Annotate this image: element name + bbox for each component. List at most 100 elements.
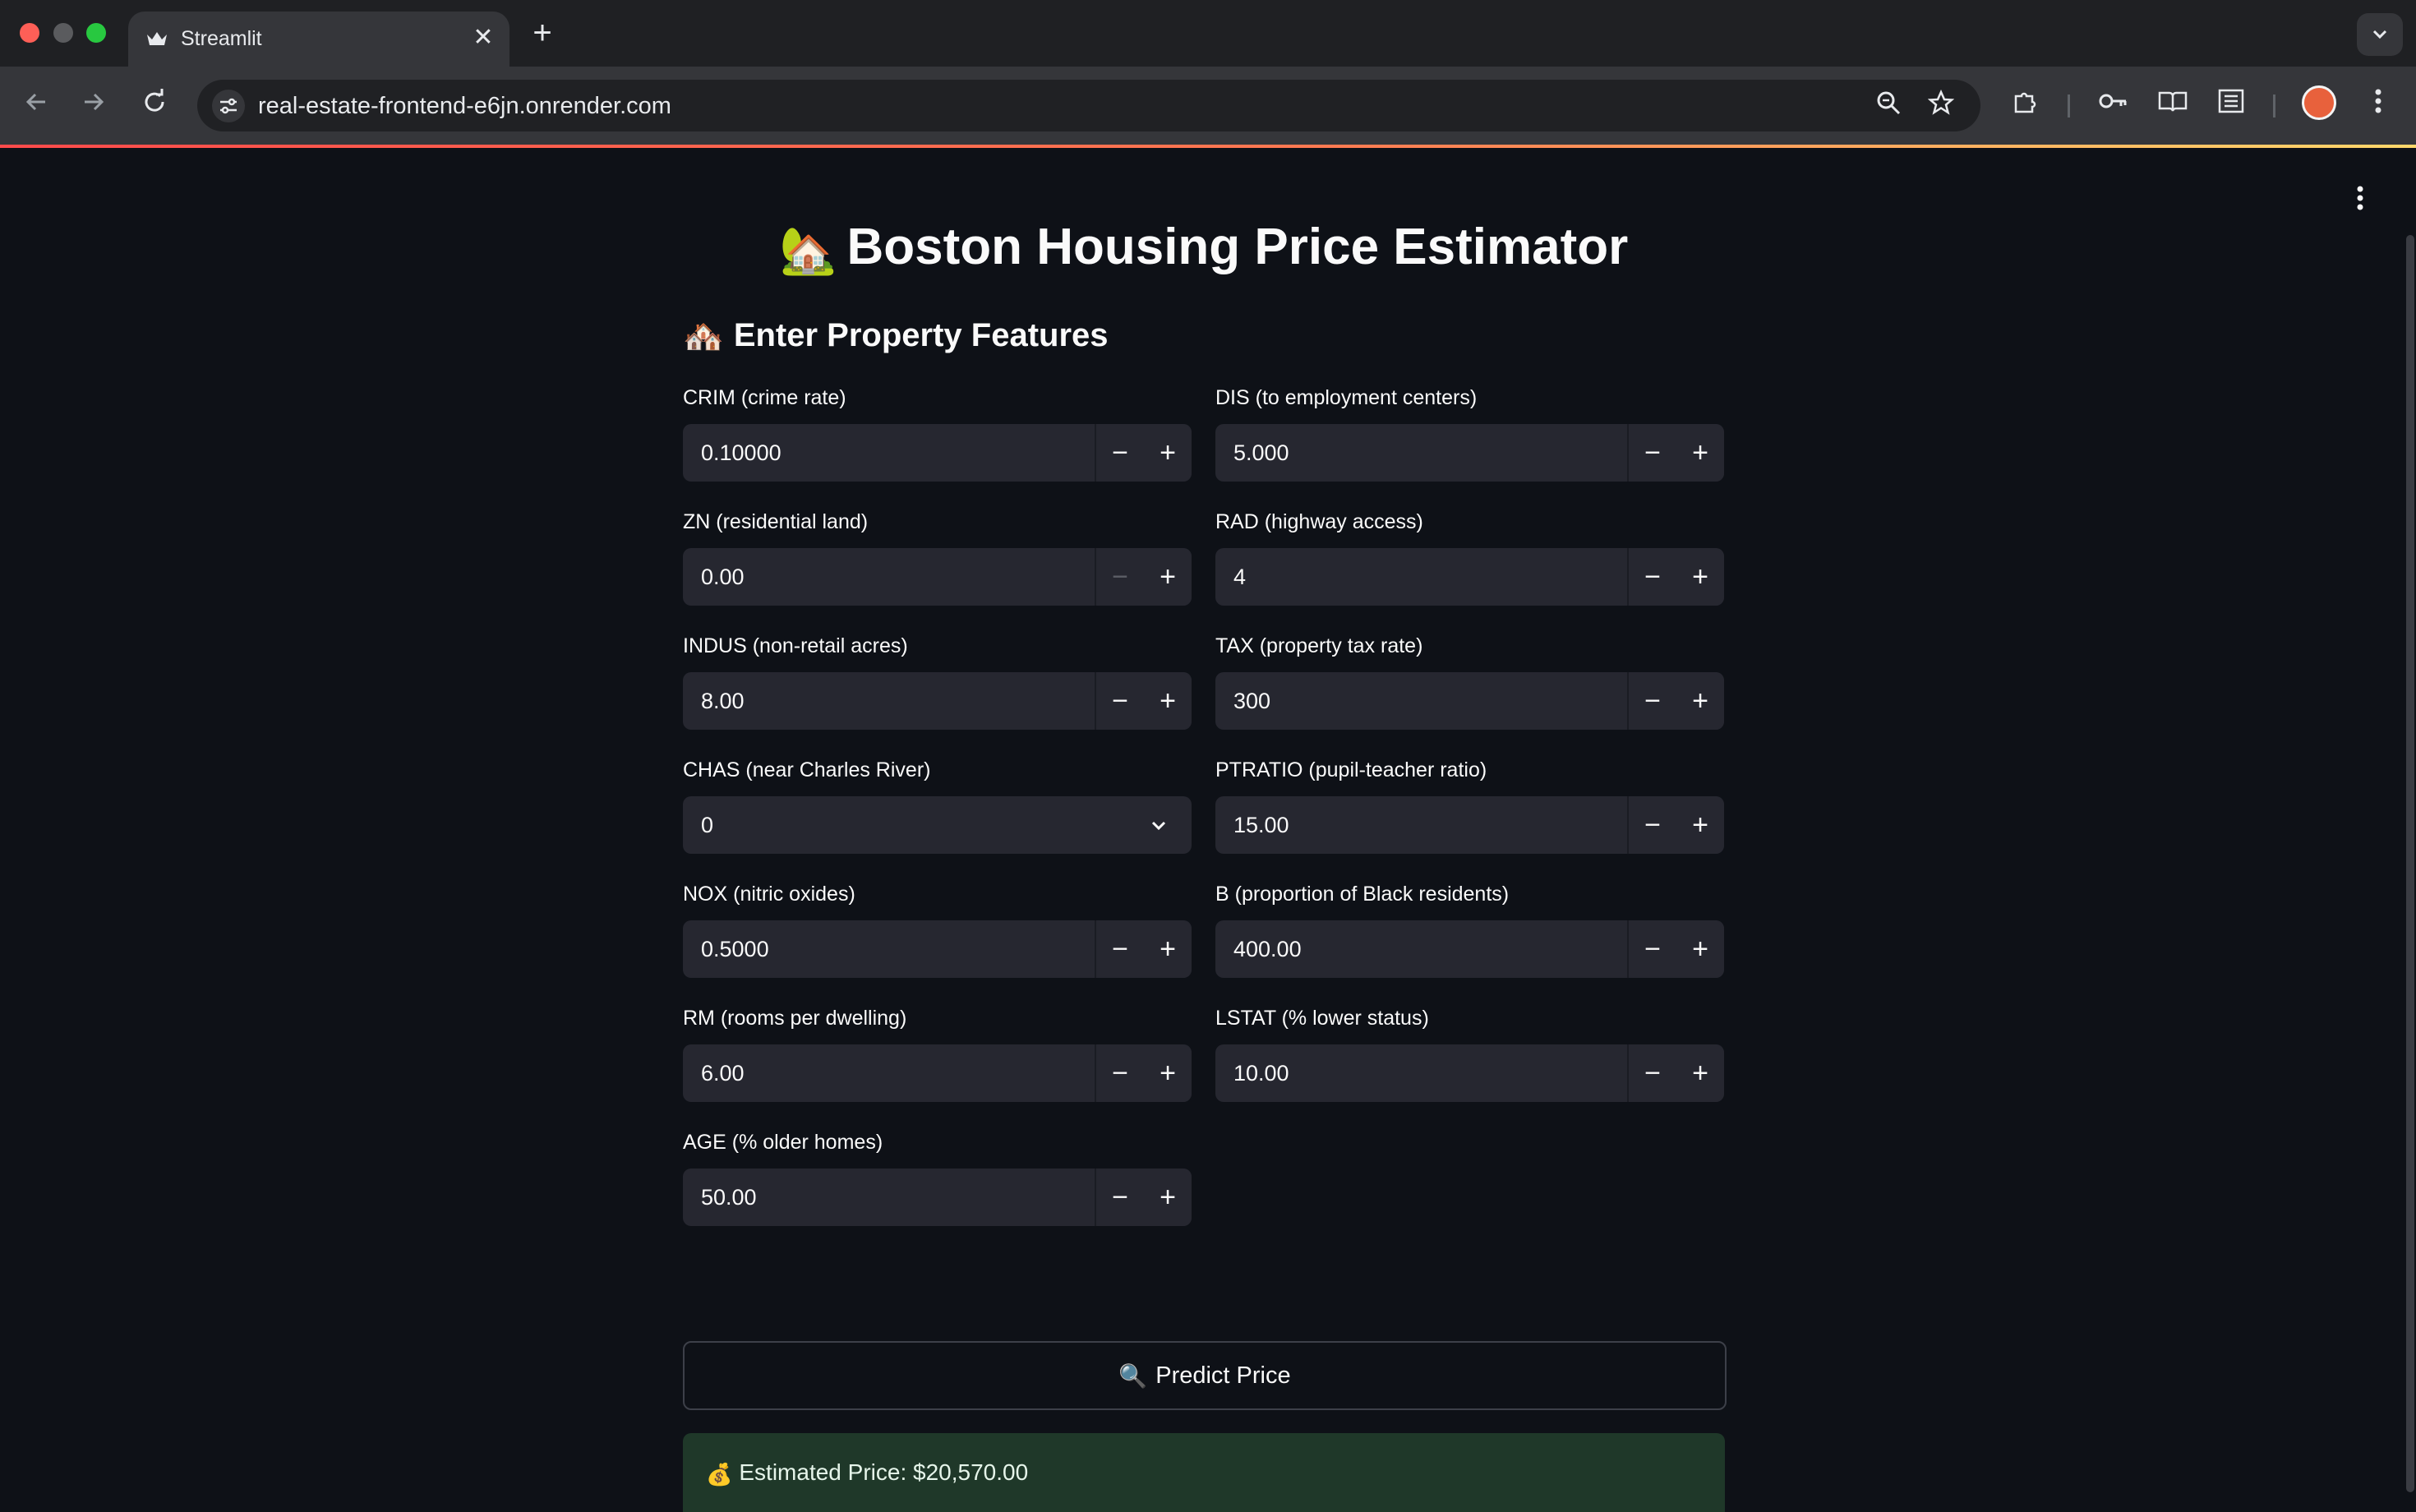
rm-label: RM (rooms per dwelling) <box>683 1007 907 1030</box>
ptratio-decrement-button[interactable]: − <box>1629 796 1676 854</box>
ptratio-increment-button[interactable]: + <box>1676 796 1724 854</box>
zn-number-input[interactable]: 0.00 − + <box>683 548 1192 606</box>
predict-price-button[interactable]: 🔍 Predict Price <box>683 1341 1727 1410</box>
zn-value[interactable]: 0.00 <box>701 548 745 606</box>
crim-decrement-button[interactable]: − <box>1096 424 1144 482</box>
rm-value[interactable]: 6.00 <box>701 1044 745 1102</box>
crim-number-input[interactable]: 0.10000 − + <box>683 424 1192 482</box>
reading-mode-icon[interactable] <box>2155 88 2191 124</box>
profile-avatar[interactable] <box>2302 85 2336 120</box>
tax-value[interactable]: 300 <box>1233 672 1270 730</box>
ptratio-number-input[interactable]: 15.00 − + <box>1215 796 1724 854</box>
rm-number-input[interactable]: 6.00 − + <box>683 1044 1192 1102</box>
rm-increment-button[interactable]: + <box>1144 1044 1192 1102</box>
nox-increment-button[interactable]: + <box>1144 920 1192 978</box>
chas-selected-value[interactable]: 0 <box>701 796 713 854</box>
rad-increment-button[interactable]: + <box>1676 548 1724 606</box>
url-text[interactable]: real-estate-frontend-e6jn.onrender.com <box>258 91 671 121</box>
nox-value[interactable]: 0.5000 <box>701 920 769 978</box>
lstat-label: LSTAT (% lower status) <box>1215 1007 1429 1030</box>
age-value[interactable]: 50.00 <box>701 1169 757 1226</box>
forward-button[interactable] <box>74 86 113 126</box>
rm-decrement-button[interactable]: − <box>1096 1044 1144 1102</box>
chevron-down-icon[interactable] <box>1142 796 1175 854</box>
age-number-input[interactable]: 50.00 − + <box>683 1169 1192 1226</box>
password-key-icon[interactable] <box>2096 88 2132 124</box>
age-decrement-button[interactable]: − <box>1096 1169 1144 1226</box>
browser-menu-icon[interactable] <box>2360 88 2396 124</box>
tax-label: TAX (property tax rate) <box>1215 634 1423 657</box>
address-bar[interactable]: real-estate-frontend-e6jn.onrender.com <box>197 80 1980 131</box>
lstat-increment-button[interactable]: + <box>1676 1044 1724 1102</box>
crim-value[interactable]: 0.10000 <box>701 424 782 482</box>
dis-increment-button[interactable]: + <box>1676 424 1724 482</box>
rm-field: RM (rooms per dwelling) 6.00 − + <box>683 1003 1192 1102</box>
b-value[interactable]: 400.00 <box>1233 920 1302 978</box>
bookmark-star-icon[interactable] <box>1925 89 1957 122</box>
site-info-icon[interactable] <box>212 90 245 122</box>
reload-button[interactable] <box>135 86 174 126</box>
indus-increment-button[interactable]: + <box>1144 672 1192 730</box>
lstat-stepper: − + <box>1627 1044 1724 1102</box>
reading-list-icon[interactable] <box>2213 88 2249 124</box>
lstat-number-input[interactable]: 10.00 − + <box>1215 1044 1724 1102</box>
tax-decrement-button[interactable]: − <box>1629 672 1676 730</box>
nox-number-input[interactable]: 0.5000 − + <box>683 920 1192 978</box>
age-field: AGE (% older homes) 50.00 − + <box>683 1127 1192 1226</box>
dis-decrement-button[interactable]: − <box>1629 424 1676 482</box>
chas-select[interactable]: 0 <box>683 796 1192 854</box>
ptratio-value[interactable]: 15.00 <box>1233 796 1289 854</box>
new-tab-button[interactable]: + <box>526 16 559 49</box>
lstat-value[interactable]: 10.00 <box>1233 1044 1289 1102</box>
indus-value[interactable]: 8.00 <box>701 672 745 730</box>
age-increment-button[interactable]: + <box>1144 1169 1192 1226</box>
extensions-icon[interactable] <box>2008 88 2044 124</box>
tax-number-input[interactable]: 300 − + <box>1215 672 1724 730</box>
age-stepper: − + <box>1095 1169 1192 1226</box>
page-scrollbar[interactable] <box>2406 235 2414 1492</box>
b-field: B (proportion of Black residents) 400.00… <box>1215 879 1724 978</box>
tax-field: TAX (property tax rate) 300 − + <box>1215 631 1724 730</box>
tax-stepper: − + <box>1627 672 1724 730</box>
dis-stepper: − + <box>1627 424 1724 482</box>
rad-number-input[interactable]: 4 − + <box>1215 548 1724 606</box>
window-minimize-button[interactable] <box>53 23 73 43</box>
window-zoom-button[interactable] <box>86 23 106 43</box>
section-subheader-text: Enter Property Features <box>733 317 1109 353</box>
indus-number-input[interactable]: 8.00 − + <box>683 672 1192 730</box>
page-title-text: Boston Housing Price Estimator <box>846 219 1629 275</box>
crown-icon <box>143 25 171 53</box>
zn-decrement-button[interactable]: − <box>1096 548 1144 606</box>
back-button[interactable] <box>16 86 56 126</box>
b-decrement-button[interactable]: − <box>1629 920 1676 978</box>
ptratio-label: PTRATIO (pupil-teacher ratio) <box>1215 758 1487 781</box>
tab-search-button[interactable] <box>2357 13 2403 56</box>
chevron-down-icon <box>2372 30 2387 39</box>
rad-value[interactable]: 4 <box>1233 548 1246 606</box>
dis-number-input[interactable]: 5.000 − + <box>1215 424 1724 482</box>
crim-increment-button[interactable]: + <box>1144 424 1192 482</box>
dis-value[interactable]: 5.000 <box>1233 424 1289 482</box>
b-number-input[interactable]: 400.00 − + <box>1215 920 1724 978</box>
browser-tab-strip: Streamlit ✕ + <box>0 0 2416 67</box>
window-close-button[interactable] <box>20 23 39 43</box>
toolbar-divider <box>2273 94 2275 118</box>
zn-increment-button[interactable]: + <box>1144 548 1192 606</box>
b-increment-button[interactable]: + <box>1676 920 1724 978</box>
lstat-decrement-button[interactable]: − <box>1629 1044 1676 1102</box>
zoom-icon[interactable] <box>1872 90 1905 122</box>
estimated-price-message: 💰 Estimated Price: $20,570.00 <box>706 1458 1028 1489</box>
zn-stepper: − + <box>1095 548 1192 606</box>
browser-tab[interactable]: Streamlit ✕ <box>128 12 509 67</box>
ptratio-stepper: − + <box>1627 796 1724 854</box>
close-tab-icon[interactable]: ✕ <box>468 23 498 53</box>
dis-label: DIS (to employment centers) <box>1215 386 1478 409</box>
tax-increment-button[interactable]: + <box>1676 672 1724 730</box>
b-label: B (proportion of Black residents) <box>1215 883 1510 906</box>
nox-label: NOX (nitric oxides) <box>683 883 855 906</box>
app-main-menu-icon[interactable] <box>2345 186 2375 215</box>
rad-decrement-button[interactable]: − <box>1629 548 1676 606</box>
indus-field: INDUS (non-retail acres) 8.00 − + <box>683 631 1192 730</box>
indus-decrement-button[interactable]: − <box>1096 672 1144 730</box>
nox-decrement-button[interactable]: − <box>1096 920 1144 978</box>
